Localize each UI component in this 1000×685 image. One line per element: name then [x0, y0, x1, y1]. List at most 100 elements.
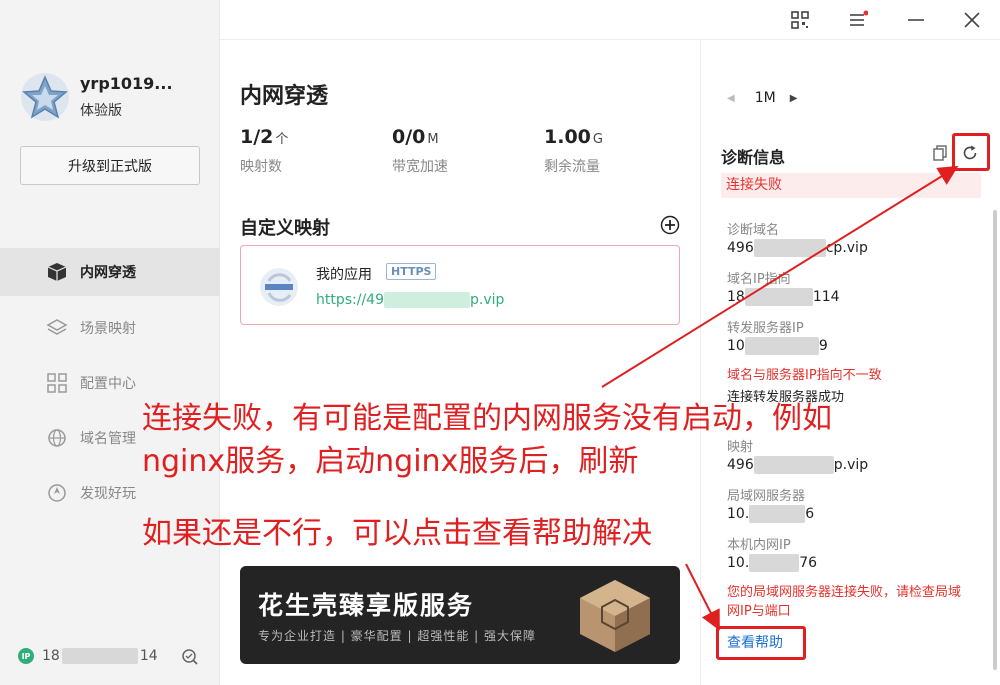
- annotation-line-3: 如果还是不行，可以点击查看帮助解决: [142, 516, 652, 551]
- field-value: 496 cp.vip: [727, 239, 868, 257]
- copy-icon[interactable]: [931, 144, 949, 162]
- ip-suffix: 14: [139, 648, 158, 664]
- redacted-ip: [61, 648, 138, 664]
- user-version: 体验版: [80, 103, 122, 119]
- field-value: 18 114: [727, 288, 840, 306]
- field-value: 496 p.vip: [727, 456, 868, 474]
- section-title: 自定义映射: [240, 218, 330, 239]
- redacted-value: [753, 239, 826, 257]
- stat-unit: G: [592, 132, 603, 147]
- field-label: 域名IP指向: [727, 272, 791, 287]
- redacted-url: [384, 292, 470, 308]
- value-suffix: 6: [805, 506, 815, 522]
- nav-label: 配置中心: [80, 376, 136, 392]
- add-mapping-icon[interactable]: [660, 215, 680, 235]
- gold-cube-icon: [580, 580, 650, 652]
- compass-icon: [48, 484, 66, 502]
- minimize-icon[interactable]: [906, 10, 926, 30]
- redacted-value: [744, 288, 813, 306]
- value-suffix: cp.vip: [825, 240, 868, 256]
- redacted-value: [749, 505, 806, 523]
- value-suffix: p.vip: [833, 457, 869, 473]
- field-label: 本机内网IP: [727, 538, 791, 553]
- redacted-value: [744, 337, 819, 355]
- value-prefix: 496: [727, 457, 754, 473]
- nav-label: 发现好玩: [80, 486, 136, 502]
- value-suffix: 76: [799, 555, 818, 571]
- grid-icon: [47, 373, 67, 393]
- lan-connection-warning: 您的局域网服务器连接失败，请检查局域网IP与端口: [727, 585, 962, 619]
- value-prefix: 10: [727, 338, 745, 354]
- sidebar: yrp1019... 体验版 升级到正式版 内网穿透 场景映射 配置中心 域名管…: [0, 0, 220, 685]
- value-suffix: 9: [818, 338, 828, 354]
- stat-label: 映射数: [240, 159, 282, 175]
- field-label: 转发服务器IP: [727, 321, 804, 336]
- next-arrow-icon[interactable]: ▶: [790, 93, 798, 104]
- banner-subtitle: 专为企业打造 | 豪华配置 | 超强性能 | 强大保障: [258, 629, 537, 643]
- banner-title: 花生壳臻享版服务: [258, 591, 475, 620]
- period-pager: ◀ 1M ▶: [727, 90, 797, 106]
- annotation-line-1: 连接失败，有可能是配置的内网服务没有启动，例如: [142, 401, 832, 436]
- star-avatar-icon[interactable]: [20, 72, 70, 122]
- url-suffix: p.vip: [470, 292, 505, 308]
- globe-icon: [48, 429, 66, 447]
- stat-unit: 个: [275, 132, 289, 147]
- mapping-url[interactable]: https://49 p.vip: [316, 292, 504, 308]
- ip-prefix: 18: [42, 648, 60, 664]
- app-logo-icon: [260, 268, 298, 306]
- field-value: 10 9: [727, 337, 828, 355]
- value-prefix: 496: [727, 240, 754, 256]
- qrcode-icon[interactable]: [790, 10, 810, 30]
- mapping-card[interactable]: 我的应用 HTTPS https://49 p.vip: [240, 245, 680, 325]
- mapping-name: 我的应用: [316, 267, 372, 283]
- ip-status: IP 18 14: [18, 648, 158, 664]
- prev-arrow-icon[interactable]: ◀: [727, 93, 735, 104]
- redacted-value: [753, 456, 834, 474]
- stat-value: 1/2: [240, 126, 274, 148]
- field-value: 10. 6: [727, 505, 814, 523]
- field-value: 10. 76: [727, 554, 817, 572]
- annotation-line-2: nginx服务，启动nginx服务后，刷新: [142, 444, 639, 479]
- page-title: 内网穿透: [240, 84, 329, 109]
- redacted-value: [749, 554, 800, 572]
- nav-item-scene[interactable]: 场景映射: [0, 304, 220, 352]
- nav-item-tunnel[interactable]: 内网穿透: [0, 248, 220, 296]
- period-value: 1M: [754, 90, 776, 106]
- stat-traffic: 1.00 G 剩余流量: [544, 126, 603, 176]
- stat-bandwidth: 0/0 M 带宽加速: [392, 126, 448, 176]
- close-icon[interactable]: [962, 10, 982, 30]
- ip-check-icon[interactable]: [181, 648, 199, 666]
- map-icon: [46, 319, 68, 335]
- menu-icon[interactable]: [848, 10, 868, 30]
- value-prefix: 10.: [727, 555, 750, 571]
- refresh-highlight-box: [952, 133, 990, 171]
- diagnostics-title: 诊断信息: [721, 148, 786, 167]
- url-prefix: https://49: [316, 292, 384, 308]
- field-label: 诊断域名: [727, 223, 780, 238]
- nav-label: 场景映射: [80, 321, 136, 337]
- stat-value: 1.00: [544, 126, 591, 148]
- cube-icon: [47, 263, 67, 281]
- connection-status: 连接失败: [721, 173, 981, 198]
- field-label: 局域网服务器: [727, 489, 806, 504]
- title-bar: [220, 0, 1000, 40]
- nav-label: 域名管理: [80, 431, 136, 447]
- main-panel: 内网穿透 1/2 个 映射数 0/0 M 带宽加速 1.00 G 剩余流量 自定义映射…: [220, 40, 700, 685]
- value-prefix: 10.: [727, 506, 750, 522]
- nav-label: 内网穿透: [80, 265, 136, 281]
- stat-label: 剩余流量: [544, 159, 600, 175]
- help-highlight-box: [716, 626, 806, 660]
- user-name: yrp1019...: [80, 74, 173, 93]
- scrollbar[interactable]: [993, 210, 997, 670]
- value-suffix: 114: [812, 289, 840, 305]
- upgrade-button[interactable]: 升级到正式版: [20, 146, 200, 185]
- stat-label: 带宽加速: [392, 159, 448, 175]
- https-badge: HTTPS: [386, 263, 437, 280]
- value-prefix: 18: [727, 289, 745, 305]
- ip-badge-icon: IP: [18, 648, 34, 664]
- stat-unit: M: [427, 132, 439, 147]
- stat-mappings: 1/2 个 映射数: [240, 126, 288, 176]
- ip-mismatch-warning: 域名与服务器IP指向不一致: [727, 368, 882, 383]
- promo-banner[interactable]: 花生壳臻享版服务 专为企业打造 | 豪华配置 | 超强性能 | 强大保障: [240, 566, 680, 664]
- stat-value: 0/0: [392, 126, 426, 148]
